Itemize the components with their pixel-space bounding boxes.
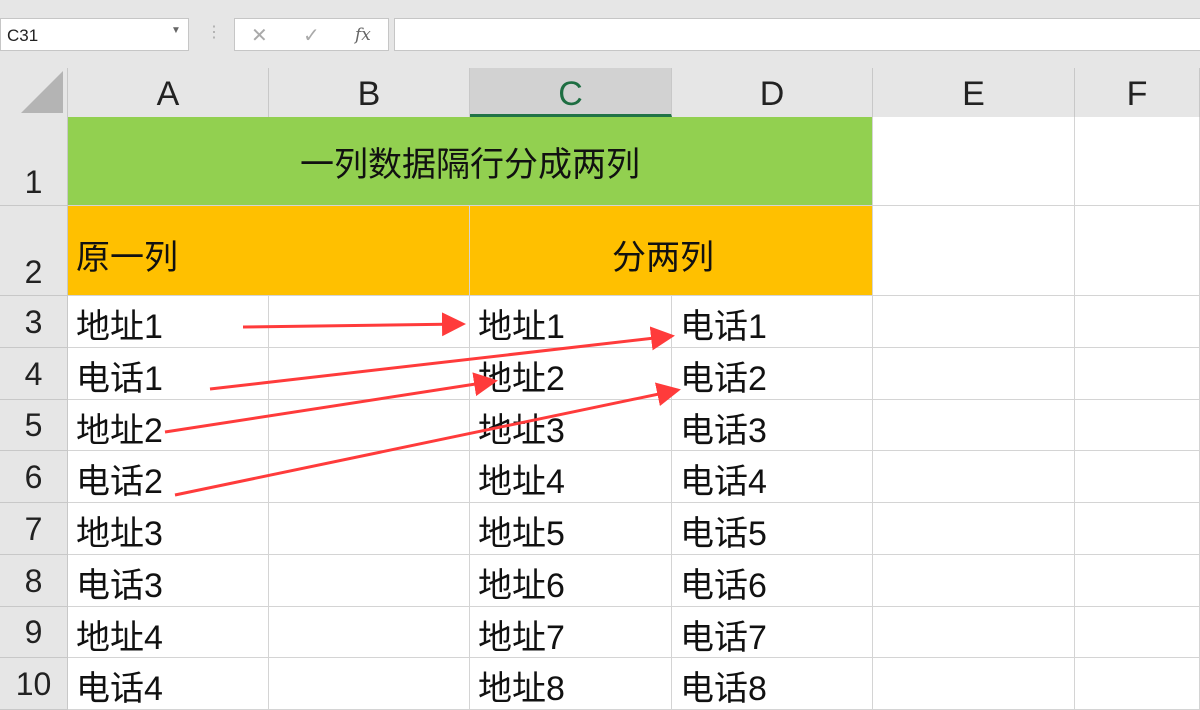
arrow (242, 312, 466, 337)
arrows-overlay (164, 312, 681, 497)
arrow (209, 326, 675, 391)
arrow (174, 382, 681, 497)
